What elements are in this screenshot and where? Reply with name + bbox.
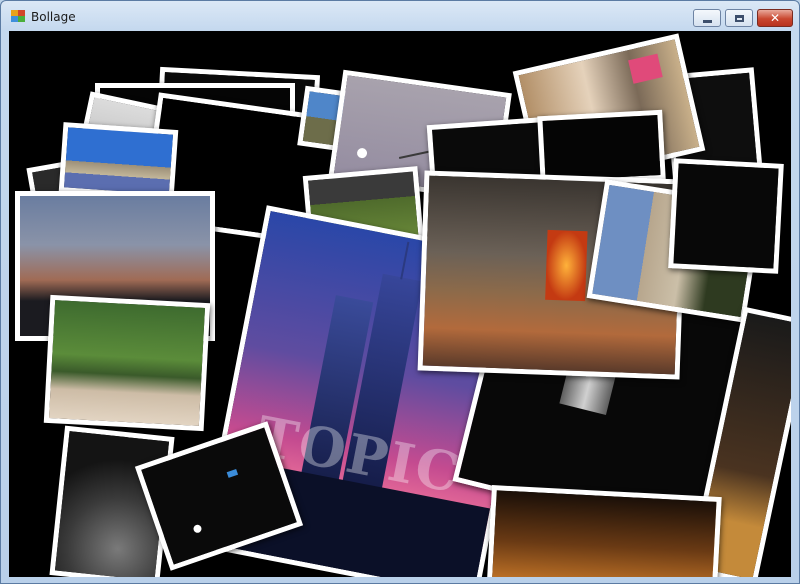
- close-button[interactable]: ✕: [757, 9, 793, 27]
- collage-photo[interactable]: [668, 158, 784, 274]
- collage-canvas[interactable]: TOPIC CHRYSLER BUILDING NEW YORK: [9, 31, 791, 577]
- maximize-icon: [734, 14, 744, 22]
- window-title: Bollage: [31, 10, 76, 24]
- minimize-button[interactable]: [693, 9, 721, 27]
- collage-photo[interactable]: [486, 485, 722, 577]
- app-icon: [11, 10, 25, 22]
- title-bar[interactable]: Bollage ✕: [1, 1, 799, 31]
- maximize-button[interactable]: [725, 9, 753, 27]
- collage-photo[interactable]: [58, 122, 179, 200]
- app-window: Bollage ✕ TOPIC: [0, 0, 800, 584]
- collage-photo[interactable]: [43, 294, 211, 432]
- close-icon: ✕: [769, 11, 781, 25]
- minimize-icon: [702, 19, 712, 23]
